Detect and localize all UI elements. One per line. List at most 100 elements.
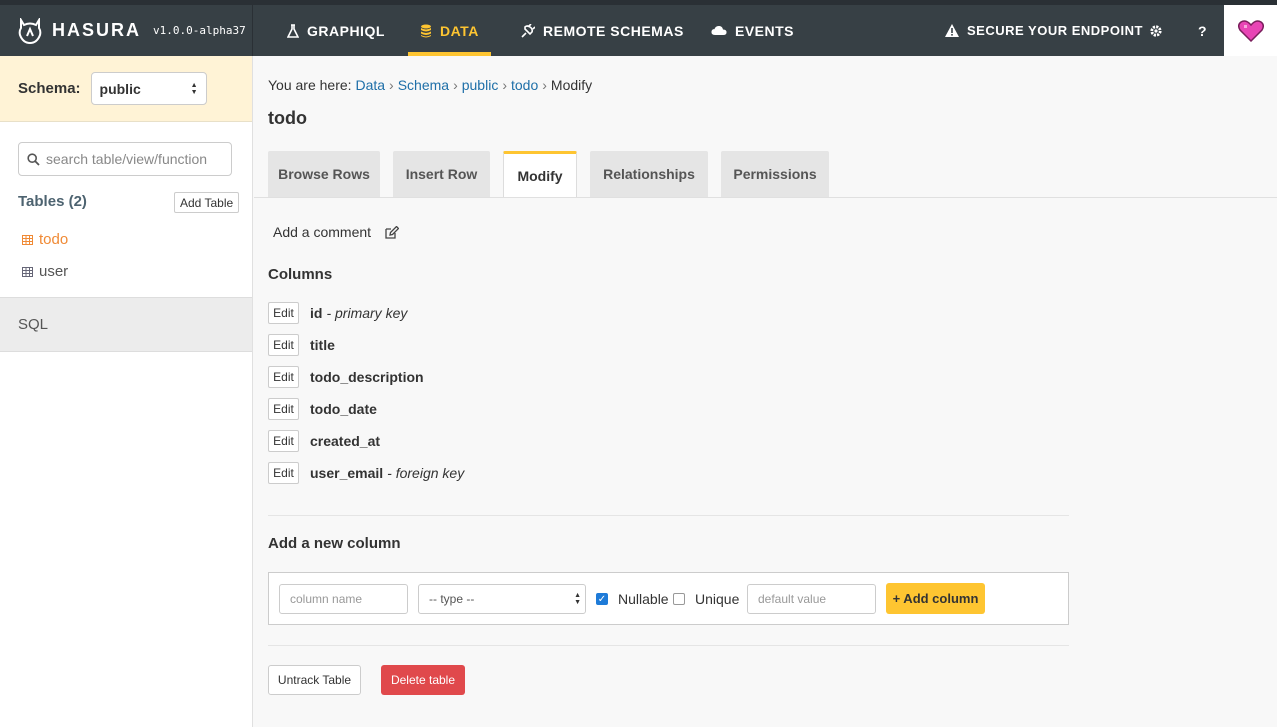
table-search-input[interactable]: search table/view/function [18,142,232,176]
default-value-input[interactable]: default value [747,584,876,614]
plug-icon [520,23,535,38]
heart-icon [1237,19,1264,42]
column-name: user_email [310,465,384,481]
sidebar-table-label: user [39,263,69,280]
cloud-icon [711,25,727,36]
heart-button[interactable] [1224,5,1277,56]
version-label: v1.0.0-alpha37 [153,24,246,37]
add-column-heading: Add a new column [268,535,401,552]
tab-relationships[interactable]: Relationships [590,151,708,197]
column-name: id [310,305,323,321]
column-type-value: -- type -- [429,592,475,606]
nav-data[interactable]: DATA [408,5,491,56]
nav-remote-schemas[interactable]: REMOTE SCHEMAS [520,5,684,56]
column-row: Edit user_email - foreign key [268,462,464,484]
breadcrumb-separator: › [542,77,547,93]
column-note: - primary key [326,305,408,321]
unique-checkbox[interactable] [673,593,685,605]
breadcrumb-public-link[interactable]: public [462,77,499,93]
delete-table-button[interactable]: Delete table [381,665,465,695]
column-row: Edit title [268,334,335,356]
sidebar: Schema: public ▲ ▼ search table/view/func… [0,56,253,727]
search-icon [27,152,40,166]
settings-button[interactable] [1149,5,1171,56]
sidebar-sql-link[interactable]: SQL [0,297,252,352]
nullable-checkbox[interactable]: ✓ [596,593,608,605]
tab-permissions[interactable]: Permissions [721,151,829,197]
nullable-label: Nullable [618,591,669,607]
add-column-button[interactable]: + Add column [886,583,985,614]
secure-endpoint-label: SECURE YOUR ENDPOINT [967,23,1143,38]
edit-comment-icon[interactable] [385,225,400,239]
column-type-select[interactable]: -- type -- ▲ ▼ [418,584,586,614]
select-arrows-icon: ▲ ▼ [574,592,581,606]
edit-column-button[interactable]: Edit [268,398,299,420]
breadcrumb-separator: › [453,77,458,93]
table-icon [22,266,33,277]
table-tabs: Browse Rows Insert Row Modify Relationsh… [268,151,842,198]
column-name: todo_description [310,369,424,385]
gear-icon [1149,24,1163,38]
secure-endpoint-link[interactable]: SECURE YOUR ENDPOINT [945,5,1143,56]
column-name: todo_date [310,401,377,417]
flask-icon [287,23,299,38]
add-column-form: column name -- type -- ▲ ▼ ✓ Nullable Uni… [268,572,1069,625]
comment-row: Add a comment [273,224,400,240]
sidebar-table-user[interactable]: user [22,263,68,280]
edit-column-button[interactable]: Edit [268,334,299,356]
sidebar-table-todo[interactable]: todo [22,231,68,248]
column-row: Edit todo_date [268,398,377,420]
unique-label: Unique [695,591,740,607]
breadcrumb: You are here: Data › Schema › public › todo › Mo… [268,77,592,93]
page-title: todo [268,108,307,128]
tab-modify[interactable]: Modify [503,151,577,198]
breadcrumb-current: Modify [550,77,593,93]
edit-column-button[interactable]: Edit [268,366,299,388]
warning-icon [945,24,959,37]
edit-column-button[interactable]: Edit [268,302,299,324]
table-icon [22,234,33,245]
breadcrumb-data-link[interactable]: Data [355,77,385,93]
tab-browse-rows[interactable]: Browse Rows [268,151,380,197]
nav-data-label: DATA [440,22,479,39]
comment-label: Add a comment [273,224,372,240]
edit-column-button[interactable]: Edit [268,462,299,484]
nav-events[interactable]: EVENTS [711,5,794,56]
divider [268,515,1069,516]
tables-heading: Tables (2) [18,193,87,210]
schema-bar: Schema: public ▲ ▼ [0,56,252,122]
nav-remote-schemas-label: REMOTE SCHEMAS [543,22,684,39]
schema-value: public [99,80,141,97]
add-table-button[interactable]: Add Table [174,192,240,213]
breadcrumb-todo-link[interactable]: todo [511,77,538,93]
column-name-input[interactable]: column name [279,584,408,614]
select-arrows-icon: ▲ ▼ [190,81,198,96]
help-label: ? [1198,22,1208,39]
divider [268,645,1069,646]
nav-graphiql[interactable]: GRAPHIQL [287,5,385,56]
schema-label: Schema: [18,80,81,97]
breadcrumb-separator: › [389,77,394,93]
brand-name: HASURA [52,20,142,40]
nav-events-label: EVENTS [735,22,795,39]
column-name: title [310,337,335,353]
top-navbar: HASURA v1.0.0-alpha37 GRAPHIQL DATA REMO… [0,0,1277,56]
columns-heading: Columns [268,266,333,283]
sidebar-table-label: todo [39,231,69,248]
search-placeholder: search table/view/function [46,151,208,167]
brand[interactable]: HASURA v1.0.0-alpha37 [0,5,253,56]
database-icon [420,24,432,38]
untrack-table-button[interactable]: Untrack Table [268,665,361,695]
tabs-divider [254,197,1277,198]
breadcrumb-separator: › [502,77,507,93]
help-button[interactable]: ? [1198,5,1207,56]
breadcrumb-schema-link[interactable]: Schema [398,77,449,93]
breadcrumb-prefix: You are here: [268,77,352,93]
tab-insert-row[interactable]: Insert Row [393,151,490,197]
edit-column-button[interactable]: Edit [268,430,299,452]
column-row: Edit created_at [268,430,380,452]
column-note: - foreign key [387,465,465,481]
nav-graphiql-label: GRAPHIQL [307,22,385,39]
hasura-logo-icon [18,17,42,44]
schema-select[interactable]: public ▲ ▼ [90,72,207,105]
